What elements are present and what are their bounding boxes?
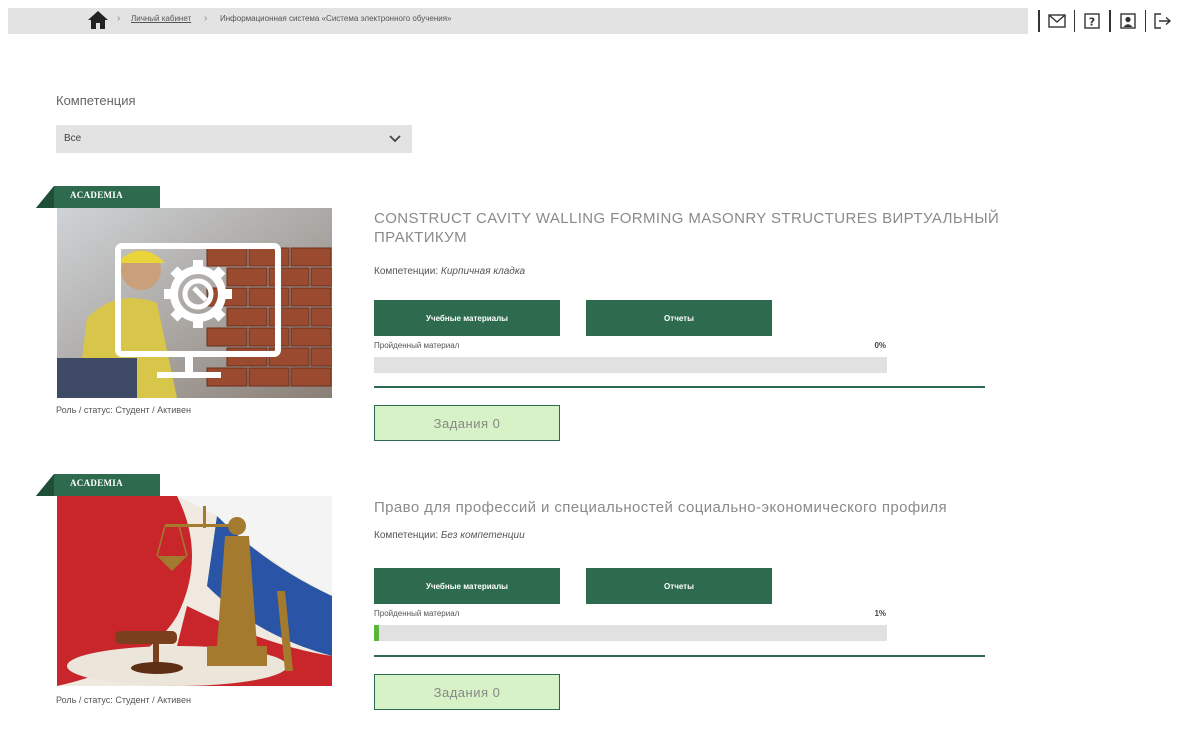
breadcrumb-separator: › [204, 13, 208, 24]
progress-label: Пройденный материал [374, 341, 460, 350]
tasks-button[interactable]: Задания 0 [374, 674, 560, 710]
help-icon[interactable]: ? [1083, 12, 1101, 30]
divider [374, 386, 985, 388]
tasks-button[interactable]: Задания 0 [374, 405, 560, 441]
profile-icon[interactable] [1119, 12, 1137, 30]
progress-percent: 0% [874, 341, 886, 350]
competency-filter-label: Компетенция [56, 93, 136, 108]
course-title[interactable]: CONSTRUCT CAVITY WALLING FORMING MASONRY… [374, 209, 1014, 247]
divider [1038, 10, 1040, 32]
breadcrumb-item-system: Информационная система «Система электрон… [220, 14, 452, 23]
divider [374, 655, 985, 657]
progress-label: Пройденный материал [374, 609, 460, 618]
reports-button[interactable]: Отчеты [586, 300, 772, 336]
logout-icon[interactable] [1154, 12, 1172, 30]
svg-text:?: ? [1089, 16, 1095, 29]
breadcrumb-separator: › [117, 13, 121, 24]
chevron-down-icon [389, 135, 401, 143]
progress-percent: 1% [874, 609, 886, 618]
reports-button[interactable]: Отчеты [586, 568, 772, 604]
materials-button[interactable]: Учебные материалы [374, 568, 560, 604]
role-status: Роль / статус: Студент / Активен [56, 405, 191, 415]
progress-fill [374, 625, 380, 641]
divider [1144, 10, 1146, 32]
top-bar: › Личный кабинет › Информационная систем… [0, 0, 1200, 34]
progress-bar [374, 357, 887, 373]
mail-icon[interactable] [1047, 12, 1066, 30]
progress-bar [374, 625, 887, 641]
divider [1073, 10, 1075, 32]
course-thumbnail[interactable] [57, 208, 332, 398]
breadcrumb: › Личный кабинет › Информационная систем… [8, 8, 1028, 34]
academia-badge: ACADEMIA [36, 472, 160, 496]
competency-select[interactable]: Все [56, 125, 412, 153]
breadcrumb-item-cabinet[interactable]: Личный кабинет [131, 14, 191, 23]
divider [1109, 10, 1111, 32]
course-competency: Компетенции: Без компетенции [374, 530, 525, 541]
materials-button[interactable]: Учебные материалы [374, 300, 560, 336]
home-icon[interactable] [87, 10, 109, 30]
header-actions: ? [1030, 8, 1172, 34]
course-competency: Компетенции: Кирпичная кладка [374, 266, 526, 277]
academia-badge: ACADEMIA [36, 184, 160, 208]
competency-select-value: Все [64, 133, 82, 144]
course-thumbnail[interactable] [57, 496, 332, 686]
role-status: Роль / статус: Студент / Активен [56, 695, 191, 705]
course-title[interactable]: Право для профессий и специальностей соц… [374, 498, 1014, 517]
